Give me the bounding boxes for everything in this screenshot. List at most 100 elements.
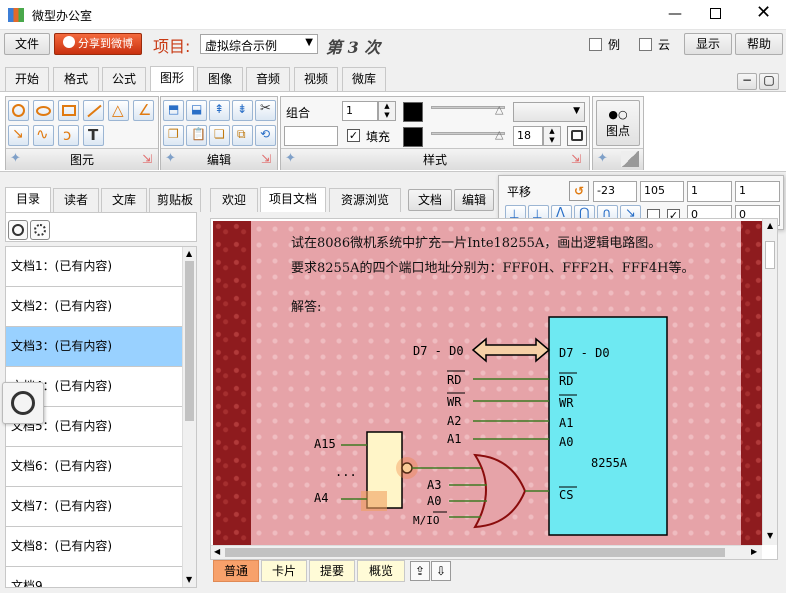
- align-down-tool[interactable]: ⇟: [232, 100, 253, 121]
- doc-horizontal-scrollbar[interactable]: ◀ ▶: [211, 545, 762, 559]
- translate-y-input[interactable]: 105: [640, 181, 684, 202]
- view-outline[interactable]: 提要: [309, 560, 355, 582]
- tab-graphics[interactable]: 图形: [150, 66, 194, 91]
- dotted-circle-button[interactable]: [30, 220, 50, 240]
- point-button[interactable]: ●○ 图点: [596, 100, 640, 146]
- slider-thumb-icon[interactable]: △: [495, 128, 503, 141]
- scale-x-input[interactable]: 1: [687, 181, 732, 202]
- list-item[interactable]: 文档6：(已有内容): [6, 447, 182, 487]
- scale-tool[interactable]: ⬓: [186, 100, 207, 121]
- combo-input[interactable]: 1: [342, 101, 378, 121]
- paste-tool[interactable]: 📋: [186, 125, 207, 146]
- scroll-down-icon[interactable]: ▼: [767, 531, 773, 540]
- maximize-icon[interactable]: [710, 8, 721, 19]
- share-weibo-button[interactable]: 分享到微博: [54, 33, 142, 55]
- size-spinner[interactable]: ▲ ▼: [543, 126, 561, 146]
- copy-tool[interactable]: ❐: [163, 125, 184, 146]
- tab-library[interactable]: 微库: [342, 67, 386, 91]
- show-button[interactable]: 显示: [684, 33, 732, 55]
- text-tool[interactable]: T: [83, 125, 104, 146]
- fill-checkbox[interactable]: ✓: [347, 129, 360, 142]
- doc-vertical-scrollbar[interactable]: ▲ ▼: [762, 219, 777, 545]
- cut-tool[interactable]: ✂: [255, 100, 276, 121]
- line-tool[interactable]: [83, 100, 104, 121]
- upload-button[interactable]: ⇪: [410, 561, 430, 581]
- scroll-up-icon[interactable]: ▲: [767, 221, 773, 230]
- rotate-tool[interactable]: ⟲: [255, 125, 276, 146]
- scroll-thumb[interactable]: [765, 241, 775, 269]
- help-button[interactable]: 帮助: [735, 33, 783, 55]
- combo-spinner[interactable]: ▲ ▼: [378, 101, 396, 121]
- example-checkbox[interactable]: [589, 38, 602, 51]
- bring-front-tool[interactable]: ⬒: [163, 100, 184, 121]
- list-item[interactable]: 文档3：(已有内容): [6, 327, 182, 367]
- list-item[interactable]: 文档1：(已有内容): [6, 247, 182, 287]
- font-size-slider[interactable]: [431, 132, 505, 135]
- rectangle-tool[interactable]: [58, 100, 79, 121]
- download-button[interactable]: ⇩: [431, 561, 451, 581]
- wave-tool[interactable]: ∿: [33, 125, 54, 146]
- ellipse-tool[interactable]: [8, 100, 29, 121]
- cloud-checkbox[interactable]: [639, 38, 652, 51]
- doc-button[interactable]: 文档: [408, 189, 452, 211]
- circle-tool-button[interactable]: [8, 220, 28, 240]
- tab-start[interactable]: 开始: [5, 67, 49, 91]
- tab-welcome[interactable]: 欢迎: [210, 188, 258, 212]
- project-select[interactable]: 虚拟综合示例 ▼: [200, 34, 318, 54]
- expand-arrow-icon[interactable]: ⇲: [571, 152, 585, 166]
- tab-formula[interactable]: 公式: [102, 67, 146, 91]
- fill-color-swatch[interactable]: [403, 127, 423, 147]
- line-style-select[interactable]: ▼: [513, 102, 585, 122]
- floating-circle-button[interactable]: [2, 382, 44, 424]
- view-normal[interactable]: 普通: [213, 560, 259, 582]
- list-item[interactable]: 文档2：(已有内容): [6, 287, 182, 327]
- stroke-color-swatch[interactable]: [403, 102, 423, 122]
- slider-thumb-icon[interactable]: △: [495, 103, 503, 116]
- tab-readers[interactable]: 读者: [53, 188, 99, 212]
- align-up-tool[interactable]: ⇞: [209, 100, 230, 121]
- tab-collection[interactable]: 文库: [101, 188, 147, 212]
- duplicate-tool[interactable]: ❏: [209, 125, 230, 146]
- list-scrollbar[interactable]: ▲ ▼: [182, 247, 196, 587]
- size-input[interactable]: 18: [513, 126, 543, 146]
- tab-audio[interactable]: 音频: [246, 67, 290, 91]
- translate-x-input[interactable]: -23: [593, 181, 637, 202]
- tab-project-docs[interactable]: 项目文档: [260, 187, 326, 212]
- minimize-icon[interactable]: —: [668, 6, 682, 22]
- shadow-button[interactable]: [567, 126, 587, 146]
- polyline-tool[interactable]: ↘: [8, 125, 29, 146]
- fill-preview[interactable]: [284, 126, 338, 146]
- close-icon[interactable]: ✕: [756, 2, 771, 23]
- expand-arrow-icon[interactable]: ⇲: [142, 152, 156, 166]
- tab-format[interactable]: 格式: [53, 67, 99, 91]
- ribbon-restore-button[interactable]: ▢: [759, 73, 779, 90]
- view-card[interactable]: 卡片: [261, 560, 307, 582]
- ribbon-minimize-button[interactable]: −: [737, 73, 757, 90]
- list-item[interactable]: 文档7：(已有内容): [6, 487, 182, 527]
- file-button[interactable]: 文件: [4, 33, 50, 55]
- edit-button[interactable]: 编辑: [454, 189, 494, 211]
- tab-image[interactable]: 图像: [197, 67, 243, 91]
- reset-button[interactable]: ↺: [569, 181, 589, 201]
- scroll-up-icon[interactable]: ▲: [186, 249, 192, 258]
- scroll-left-icon[interactable]: ◀: [214, 547, 220, 556]
- group-tool[interactable]: ⧉: [232, 125, 253, 146]
- arc-tool[interactable]: ↄ: [58, 125, 79, 146]
- expand-arrow-icon[interactable]: ⇲: [261, 152, 275, 166]
- angle-tool[interactable]: ∠: [133, 100, 154, 121]
- tab-video[interactable]: 视频: [294, 67, 338, 91]
- scroll-thumb[interactable]: [225, 548, 725, 557]
- tab-resource-browser[interactable]: 资源浏览: [329, 188, 401, 212]
- list-item[interactable]: 文档9: [6, 567, 182, 587]
- stroke-width-slider[interactable]: [431, 106, 505, 109]
- scale-y-input[interactable]: 1: [735, 181, 780, 202]
- scroll-right-icon[interactable]: ▶: [751, 547, 757, 556]
- scroll-down-icon[interactable]: ▼: [186, 575, 192, 584]
- view-overview[interactable]: 概览: [357, 560, 405, 582]
- scroll-thumb[interactable]: [185, 261, 194, 421]
- oval-tool[interactable]: [33, 100, 54, 121]
- triangle-tool[interactable]: △: [108, 100, 129, 121]
- tab-clipboard[interactable]: 剪贴板: [149, 188, 201, 212]
- list-item[interactable]: 文档8：(已有内容): [6, 527, 182, 567]
- tab-catalog[interactable]: 目录: [5, 187, 51, 212]
